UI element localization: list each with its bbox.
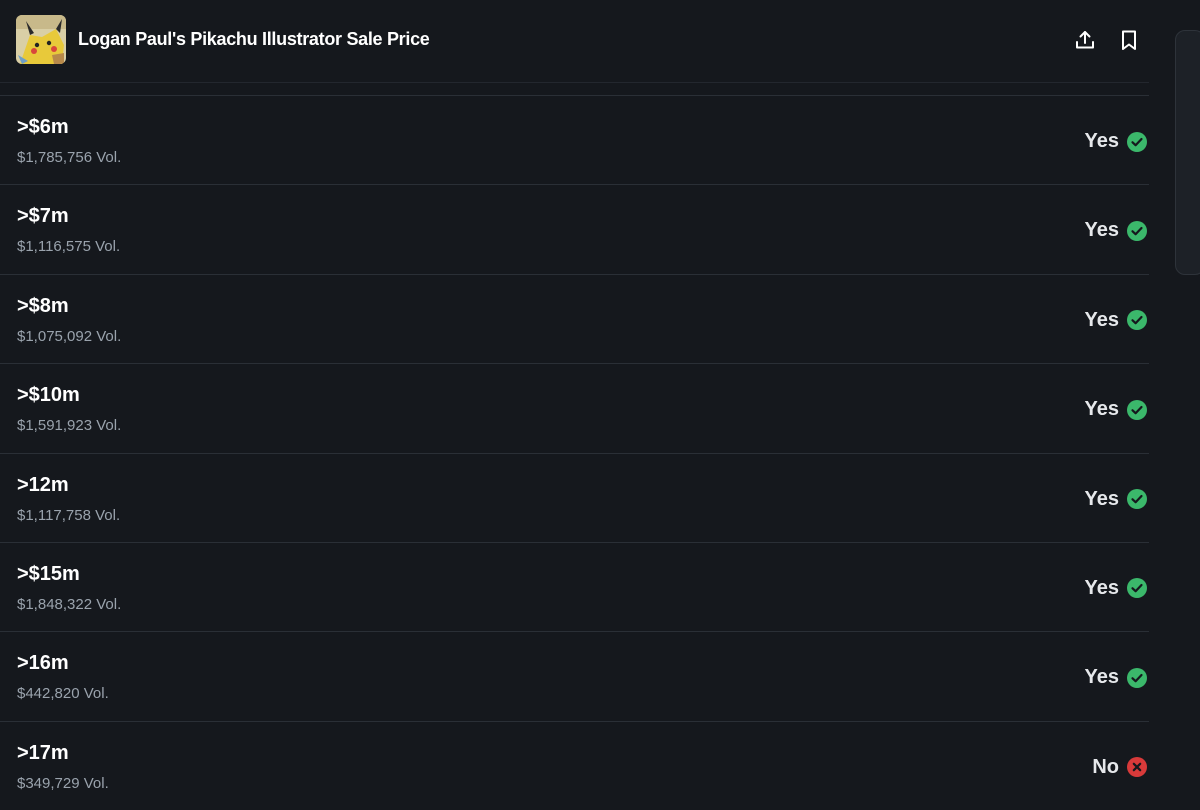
- outcome-result-text: Yes: [1084, 666, 1119, 689]
- outcome-label: >$10m: [17, 384, 80, 407]
- outcome-row[interactable]: >$7m $1,116,575 Vol. Yes: [0, 184, 1149, 273]
- outcome-label: >$6m: [17, 116, 69, 138]
- outcome-row[interactable]: >12m $1,117,758 Vol. Yes: [0, 452, 1149, 542]
- outcome-volume: $349,729 Vol.: [17, 774, 109, 792]
- outcome-result: Yes: [1085, 398, 1147, 421]
- outcome-volume: $1,591,923 Vol.: [17, 417, 122, 435]
- outcome-volume: $442,820 Vol.: [17, 685, 109, 703]
- outcome-volume: $1,116,575 Vol.: [17, 238, 121, 256]
- outcome-label: >12m: [17, 473, 69, 496]
- outcome-result-text: Yes: [1084, 130, 1119, 152]
- market-page: Logan Paul's Pikachu Illustrator Sale Pr…: [0, 0, 1200, 810]
- outcome-volume: $1,785,756 Vol.: [17, 149, 122, 166]
- outcome-volume: $1,848,322 Vol.: [17, 595, 122, 613]
- outcome-label: >16m: [17, 652, 69, 675]
- check-circle-icon: [1127, 310, 1147, 331]
- check-circle-icon: [1127, 399, 1147, 420]
- outcome-result: Yes: [1085, 309, 1147, 332]
- check-circle-icon: [1127, 220, 1147, 241]
- x-circle-icon: [1127, 757, 1147, 778]
- outcome-label: >$8m: [17, 294, 69, 317]
- page-title: Logan Paul's Pikachu Illustrator Sale Pr…: [78, 29, 430, 49]
- outcome-result: Yes: [1085, 130, 1147, 153]
- outcome-result-text: Yes: [1084, 219, 1119, 242]
- check-circle-icon: [1127, 131, 1147, 152]
- outcome-result-text: Yes: [1084, 308, 1119, 331]
- outcome-result-text: No: [1092, 755, 1119, 778]
- outcome-label: >$15m: [17, 562, 80, 585]
- check-circle-icon: [1127, 667, 1147, 688]
- outcome-result: No: [1092, 756, 1147, 779]
- market-header: Logan Paul's Pikachu Illustrator Sale Pr…: [0, 0, 1160, 82]
- outcome-row[interactable]: >16m $442,820 Vol. Yes: [0, 631, 1149, 720]
- outcome-row[interactable]: >$10m $1,591,923 Vol. Yes: [0, 363, 1149, 452]
- check-circle-icon: [1127, 489, 1147, 510]
- scrollbar[interactable]: [1175, 30, 1200, 275]
- outcome-result: Yes: [1085, 666, 1147, 689]
- outcome-result-text: Yes: [1084, 487, 1119, 510]
- bookmark-icon: [1122, 30, 1136, 50]
- bookmark-button[interactable]: [1113, 24, 1145, 56]
- share-icon: [1076, 31, 1094, 49]
- outcome-row[interactable]: >$6m $1,785,756 Vol. Yes: [0, 95, 1149, 184]
- share-button[interactable]: [1069, 24, 1101, 56]
- market-thumbnail: [16, 15, 66, 64]
- outcome-list: >$6m $1,785,756 Vol. Yes >$7m $1,116,575…: [0, 95, 1149, 810]
- outcome-label: >17m: [17, 741, 69, 764]
- header-divider: [0, 82, 1149, 83]
- outcome-result: Yes: [1085, 488, 1147, 511]
- outcome-result-text: Yes: [1084, 576, 1119, 599]
- outcome-row[interactable]: >17m $349,729 Vol. No: [0, 720, 1149, 810]
- outcome-label: >$7m: [17, 205, 69, 228]
- outcome-row[interactable]: >$15m $1,848,322 Vol. Yes: [0, 541, 1149, 631]
- outcome-volume: $1,075,092 Vol.: [17, 327, 122, 345]
- pikachu-card-thumbnail-icon: [16, 15, 66, 64]
- check-circle-icon: [1127, 578, 1147, 599]
- outcome-volume: $1,117,758 Vol.: [17, 506, 121, 524]
- outcome-result-text: Yes: [1084, 398, 1119, 421]
- outcome-result: Yes: [1085, 219, 1147, 242]
- outcome-result: Yes: [1085, 577, 1147, 600]
- outcome-row[interactable]: >$8m $1,075,092 Vol. Yes: [0, 273, 1149, 363]
